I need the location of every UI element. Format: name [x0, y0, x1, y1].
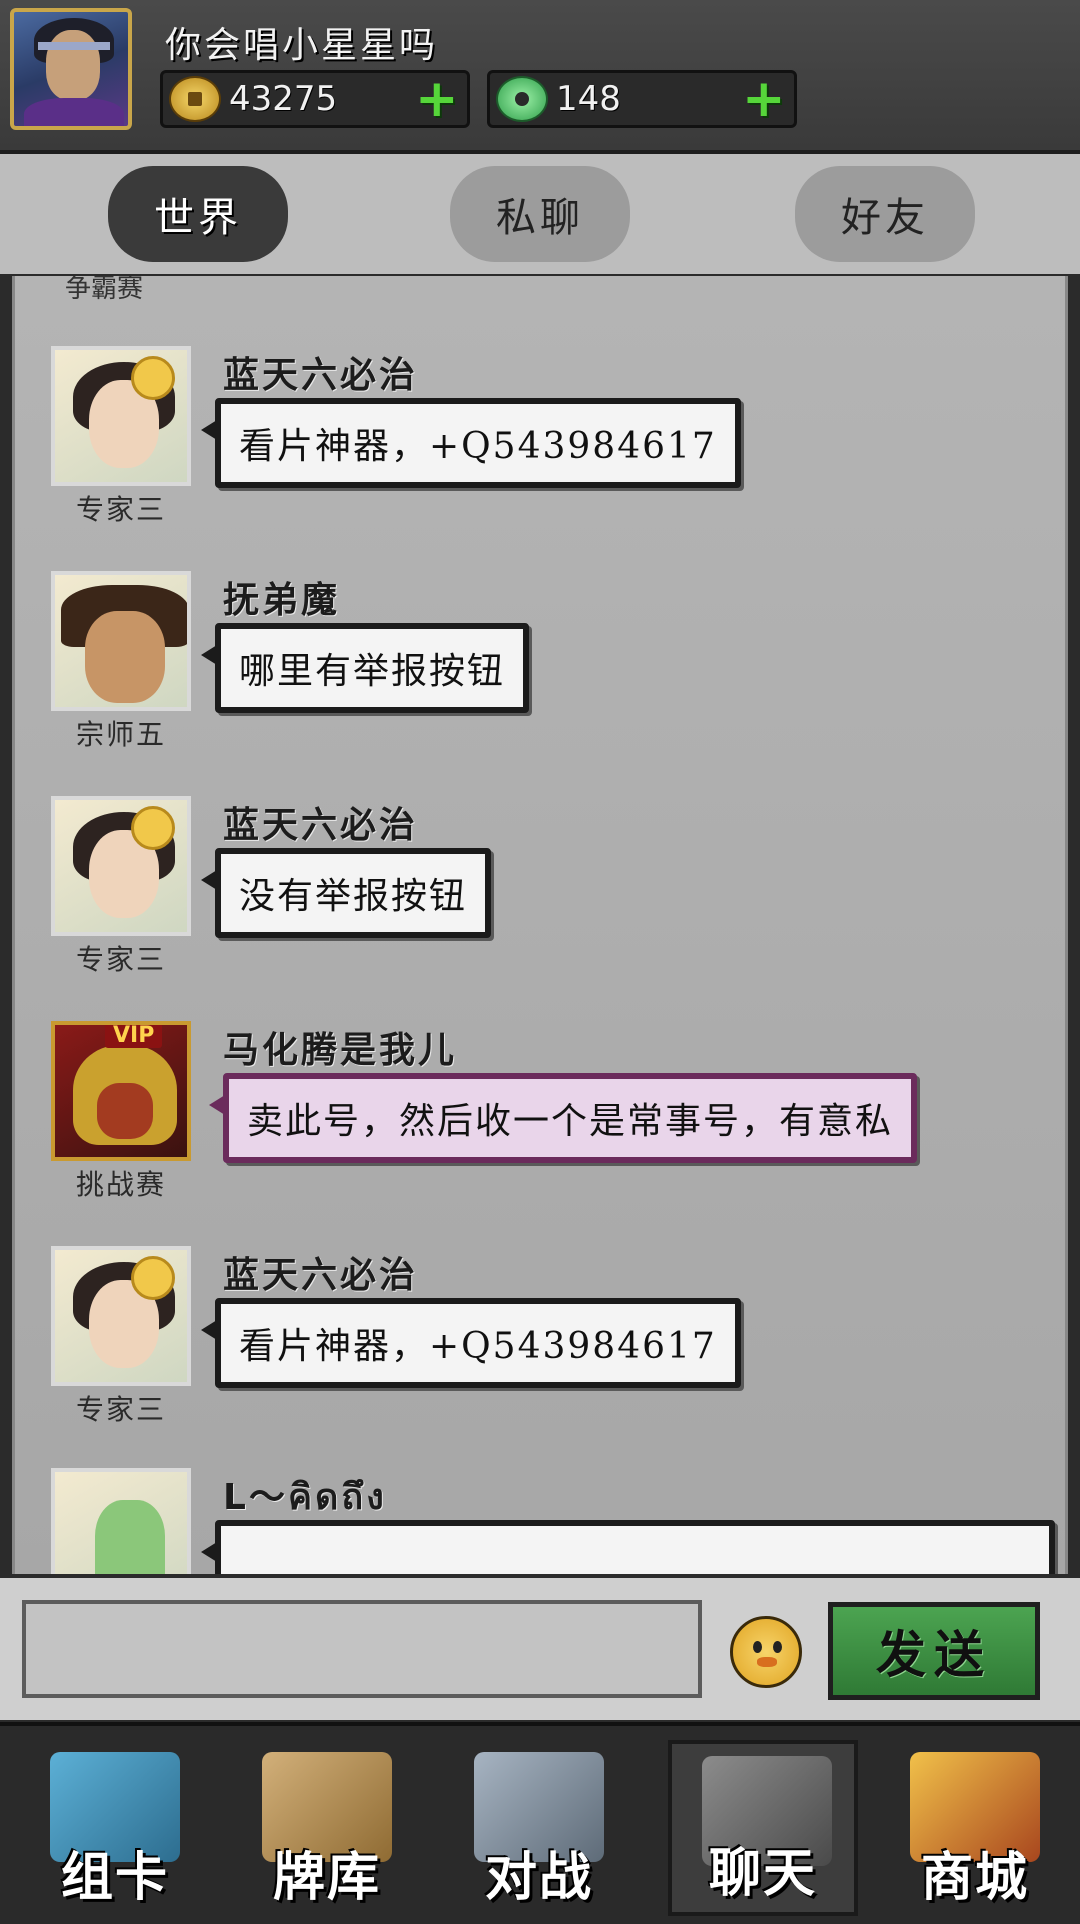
tab-world[interactable]: 世界 [108, 166, 288, 262]
sender-rank: 专家三 [75, 943, 166, 976]
sender-name[interactable]: 蓝天六必治 [223, 1246, 418, 1298]
emoji-beak [757, 1657, 777, 1667]
sender-avatar[interactable] [51, 796, 191, 936]
nav-label: 聊天 [708, 1843, 817, 1904]
sender-rank: 宗师五 [75, 718, 166, 751]
sender-avatar[interactable] [51, 346, 191, 486]
sender-rank: 挑战赛 [75, 1168, 166, 1201]
tab-friends[interactable]: 好友 [795, 166, 975, 262]
sender-avatar[interactable] [51, 571, 191, 711]
sender-name[interactable]: 马化腾是我儿 [223, 1021, 457, 1073]
gold-value: 43275 [229, 79, 338, 119]
sender-avatar[interactable]: VIP [51, 1021, 191, 1161]
player-avatar[interactable] [10, 8, 132, 130]
emoji-eye [773, 1641, 782, 1653]
message-bubble: 哪里有举报按钮 [200, 623, 530, 713]
nav-label: 对战 [484, 1847, 593, 1908]
message-bubble: 看片神器，+Q543984617 [201, 1298, 741, 1388]
sender-avatar[interactable] [51, 1246, 191, 1386]
nav-card-library[interactable]: 牌库 [232, 1740, 422, 1916]
sender-name[interactable]: 蓝天六必治 [223, 346, 418, 398]
gold-coin-icon [169, 76, 221, 122]
sender-name[interactable]: 抚弟魔 [223, 571, 340, 623]
jade-counter: 148 + [487, 70, 797, 128]
nav-label: 组卡 [60, 1847, 169, 1908]
message-bubble: 看片神器，+Q543984617 [201, 398, 741, 488]
player-name: 你会唱小星星吗 [165, 25, 439, 66]
top-header: 你会唱小星星吗 43275 + 148 + [0, 0, 1080, 154]
emoji-button[interactable] [730, 1616, 802, 1688]
tab-private-chat[interactable]: 私聊 [450, 166, 630, 262]
nav-label: 商城 [920, 1847, 1029, 1908]
nav-shop[interactable]: 商城 [880, 1740, 1070, 1916]
message-bubble [201, 1520, 1055, 1574]
add-jade-button[interactable]: + [742, 73, 786, 125]
jade-coin-icon [496, 76, 548, 122]
vip-badge: VIP [105, 1025, 163, 1048]
bottom-navigation: 组卡 牌库 对战 聊天 商城 [0, 1722, 1080, 1924]
chat-tab-bar: 世界 私聊 好友 [0, 154, 1080, 274]
message-bubble: 卖此号，然后收一个是常事号，有意私 [208, 1073, 918, 1163]
nav-build-deck[interactable]: 组卡 [20, 1740, 210, 1916]
send-button[interactable]: 发送 [828, 1602, 1040, 1700]
sender-avatar[interactable] [51, 1468, 191, 1574]
sender-rank: 专家三 [75, 493, 166, 526]
sender-name[interactable]: 蓝天六必治 [223, 796, 418, 848]
message-bubble: 没有举报按钮 [200, 848, 492, 938]
message-input[interactable] [22, 1600, 702, 1698]
clipped-rank-label: 争霸赛 [65, 276, 144, 304]
sender-rank: 专家三 [75, 1393, 166, 1426]
emoji-eye [753, 1641, 762, 1653]
sender-name[interactable]: L～คิดถึง [223, 1468, 387, 1525]
nav-chat[interactable]: 聊天 [668, 1740, 858, 1916]
chat-message-list[interactable]: 争霸赛 专家三 蓝天六必治 看片神器，+Q543984617 宗师五 抚弟魔 哪… [12, 276, 1068, 1574]
jade-value: 148 [556, 79, 621, 119]
nav-battle[interactable]: 对战 [444, 1740, 634, 1916]
nav-label: 牌库 [272, 1847, 381, 1908]
gold-counter: 43275 + [160, 70, 470, 128]
add-gold-button[interactable]: + [415, 73, 459, 125]
message-input-bar: 发送 [0, 1578, 1080, 1720]
